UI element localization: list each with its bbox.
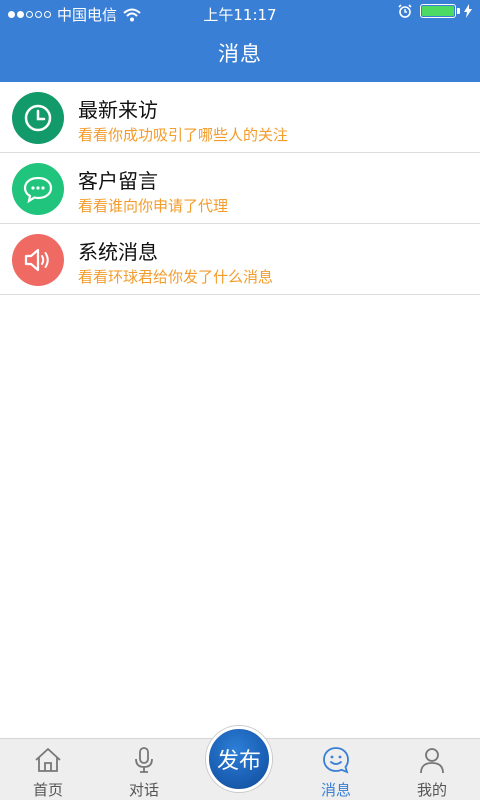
top-bar: 中国电信 上午11:17 消息 xyxy=(0,0,480,82)
page-title: 消息 xyxy=(218,42,262,66)
list-item-system-messages[interactable]: 系统消息 看看环球君给你发了什么消息 xyxy=(0,224,480,295)
alarm-icon xyxy=(398,4,412,18)
user-icon xyxy=(420,748,444,774)
microphone-icon xyxy=(135,747,153,773)
list-item-title: 最新来访 xyxy=(78,98,158,122)
list-item-title: 客户留言 xyxy=(78,169,158,193)
speaker-icon xyxy=(12,234,64,286)
tab-home[interactable]: 首页 xyxy=(0,739,96,800)
home-icon xyxy=(35,748,61,772)
tab-talk[interactable]: 对话 xyxy=(96,739,192,800)
smile-chat-icon xyxy=(323,747,349,774)
list-item-subtitle: 看看你成功吸引了哪些人的关注 xyxy=(78,126,289,144)
chat-bubble-icon xyxy=(12,163,64,215)
publish-button-label: 发布 xyxy=(216,749,261,774)
tab-messages[interactable]: 消息 xyxy=(288,739,384,800)
tab-home-label: 首页 xyxy=(32,781,63,799)
tab-mine-label: 我的 xyxy=(416,781,447,799)
tab-messages-label: 消息 xyxy=(320,781,351,799)
tab-talk-label: 对话 xyxy=(128,781,159,799)
list-item-subtitle: 看看谁向你申请了代理 xyxy=(78,197,229,215)
tab-mine[interactable]: 我的 xyxy=(384,739,480,800)
list-item-subtitle: 看看环球君给你发了什么消息 xyxy=(78,268,274,286)
screen: 中国电信 上午11:17 消息 最新来访 看看你成功吸引了哪些人的关注 客户留言… xyxy=(0,0,480,800)
status-bar: 中国电信 上午11:17 xyxy=(0,0,480,26)
publish-button[interactable]: 发布 xyxy=(206,726,272,792)
list-item-visitors[interactable]: 最新来访 看看你成功吸引了哪些人的关注 xyxy=(0,82,480,153)
clock-icon xyxy=(12,92,64,144)
status-right xyxy=(398,4,472,18)
list-item-title: 系统消息 xyxy=(78,240,158,264)
message-list: 最新来访 看看你成功吸引了哪些人的关注 客户留言 看看谁向你申请了代理 系统消息… xyxy=(0,82,480,295)
list-item-customer-messages[interactable]: 客户留言 看看谁向你申请了代理 xyxy=(0,153,480,224)
charging-bolt-icon xyxy=(464,4,472,18)
battery-icon xyxy=(420,4,460,18)
